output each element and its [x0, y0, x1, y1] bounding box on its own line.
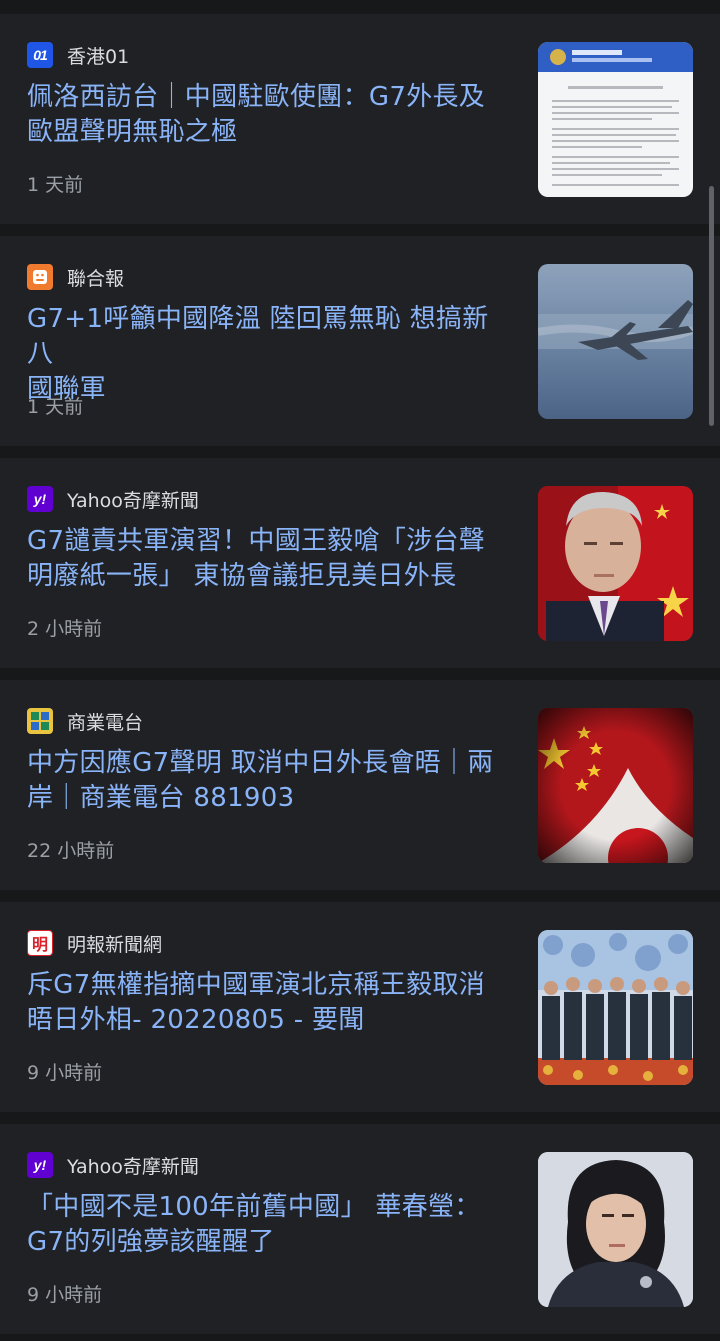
headline-link[interactable]: G7+1呼籲中國降溫 陸回罵無恥 想搞新八 國聯軍	[27, 302, 507, 407]
headline-line: 明廢紙一張」 東協會議拒見美日外長	[27, 561, 457, 591]
headline-link[interactable]: 斥G7無權指摘中國軍演北京稱王毅取消 晤日外相- 20220805 - 要聞	[27, 968, 507, 1038]
headline-link[interactable]: G7譴責共軍演習！中國王毅嗆「涉台聲 明廢紙一張」 東協會議拒見美日外長	[27, 524, 507, 594]
timestamp: 9 小時前	[27, 1062, 103, 1084]
udn-logo-icon	[27, 264, 53, 290]
headline-line: 國聯軍	[27, 374, 106, 404]
yahoo-logo-text: y!	[33, 491, 47, 507]
source-row: y! Yahoo奇摩新聞	[27, 485, 199, 513]
source-name: 聯合報	[67, 267, 125, 290]
hk01-logo-text: 01	[33, 47, 48, 63]
scrollbar[interactable]	[709, 186, 714, 426]
source-name: 商業電台	[67, 711, 144, 734]
news-card[interactable]: 明 明報新聞網 斥G7無權指摘中國軍演北京稱王毅取消 晤日外相- 2022080…	[0, 902, 720, 1112]
headline-line: 佩洛西訪台｜中國駐歐使團：G7外長及	[27, 82, 486, 112]
source-name: 明報新聞網	[67, 933, 163, 956]
wang-yi-portrait-image[interactable]	[538, 486, 693, 641]
news-feed: 01 香港01 佩洛西訪台｜中國駐歐使團：G7外長及 歐盟聲明無恥之極 1 天前	[0, 0, 720, 1341]
mingpao-logo-text: 明	[31, 935, 48, 954]
timestamp: 1 天前	[27, 396, 84, 418]
headline-line: 中方因應G7聲明 取消中日外長會晤｜兩	[27, 748, 494, 778]
source-row: 商業電台	[27, 707, 143, 735]
news-card[interactable]: 聯合報 G7+1呼籲中國降溫 陸回罵無恥 想搞新八 國聯軍 1 天前	[0, 236, 720, 446]
source-row: y! Yahoo奇摩新聞	[27, 1151, 199, 1179]
headline-line: 「中國不是100年前舊中國」 華春瑩：	[27, 1192, 481, 1222]
headline-line: 斥G7無權指摘中國軍演北京稱王毅取消	[27, 970, 486, 1000]
asean-ministers-photo-image[interactable]	[538, 930, 693, 1085]
headline-line: 歐盟聲明無恥之極	[27, 117, 238, 147]
hua-chunying-portrait-image[interactable]	[538, 1152, 693, 1307]
source-row: 聯合報	[27, 263, 124, 291]
headline-link[interactable]: 「中國不是100年前舊中國」 華春瑩： G7的列強夢該醒醒了	[27, 1190, 507, 1260]
headline-line: 晤日外相- 20220805 - 要聞	[27, 1005, 365, 1035]
source-row: 明 明報新聞網	[27, 929, 162, 957]
timestamp: 9 小時前	[27, 1284, 103, 1306]
military-aircraft-image[interactable]	[538, 264, 693, 419]
yahoo-logo-icon: y!	[27, 1152, 53, 1178]
mingpao-logo-icon: 明	[27, 930, 53, 956]
source-name: Yahoo奇摩新聞	[67, 1155, 199, 1178]
source-name: Yahoo奇摩新聞	[67, 489, 199, 512]
headline-line: 岸｜商業電台 881903	[27, 783, 295, 813]
news-card[interactable]: y! Yahoo奇摩新聞 「中國不是100年前舊中國」 華春瑩： G7的列強夢該…	[0, 1124, 720, 1334]
headline-link[interactable]: 佩洛西訪台｜中國駐歐使團：G7外長及 歐盟聲明無恥之極	[27, 80, 507, 150]
timestamp: 1 天前	[27, 174, 84, 196]
news-card[interactable]: y! Yahoo奇摩新聞 G7譴責共軍演習！中國王毅嗆「涉台聲 明廢紙一張」 東…	[0, 458, 720, 668]
statement-document-image[interactable]	[538, 42, 693, 197]
headline-link[interactable]: 中方因應G7聲明 取消中日外長會晤｜兩 岸｜商業電台 881903	[27, 746, 507, 816]
timestamp: 2 小時前	[27, 618, 103, 640]
yahoo-logo-icon: y!	[27, 486, 53, 512]
news-card[interactable]: 商業電台 中方因應G7聲明 取消中日外長會晤｜兩 岸｜商業電台 881903 2…	[0, 680, 720, 890]
timestamp: 22 小時前	[27, 840, 115, 862]
headline-line: G7的列強夢該醒醒了	[27, 1227, 275, 1257]
headline-line: G7+1呼籲中國降溫 陸回罵無恥 想搞新八	[27, 304, 489, 369]
news-card[interactable]: 01 香港01 佩洛西訪台｜中國駐歐使團：G7外長及 歐盟聲明無恥之極 1 天前	[0, 14, 720, 224]
headline-line: G7譴責共軍演習！中國王毅嗆「涉台聲	[27, 526, 486, 556]
cr-logo-icon	[27, 708, 53, 734]
hk01-logo-icon: 01	[27, 42, 53, 68]
source-name: 香港01	[67, 45, 130, 68]
china-japan-flags-image[interactable]	[538, 708, 693, 863]
source-row: 01 香港01	[27, 41, 129, 69]
yahoo-logo-text: y!	[33, 1157, 47, 1173]
